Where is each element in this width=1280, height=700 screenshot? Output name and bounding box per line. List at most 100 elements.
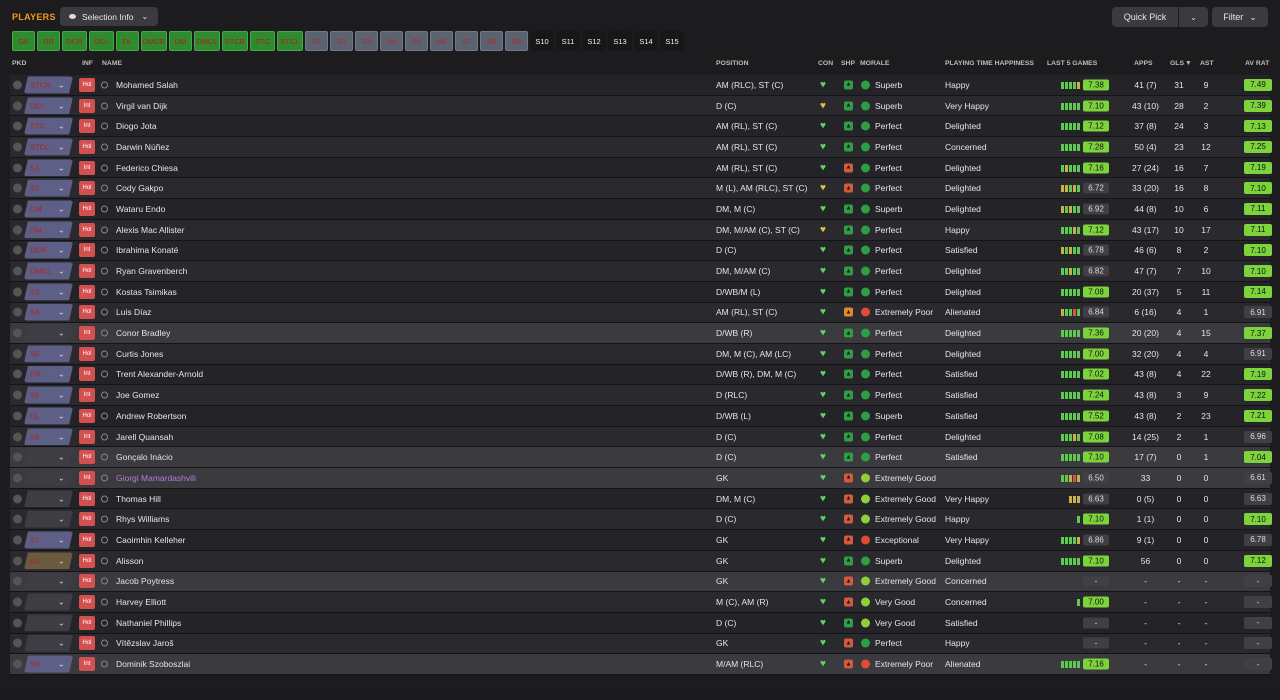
player-name[interactable]: Trent Alexander-Arnold <box>116 369 203 379</box>
chevron-down-icon[interactable]: ⌄ <box>58 618 65 627</box>
col-position[interactable]: POSITION <box>716 60 748 67</box>
position-tab[interactable]: STC <box>250 31 275 51</box>
chevron-down-icon[interactable]: ⌄ <box>58 494 65 503</box>
player-name[interactable]: Kostas Tsimikas <box>116 287 177 297</box>
position-tab[interactable]: S10 <box>530 31 554 51</box>
picked-position-select[interactable]: DL <box>24 407 73 425</box>
table-row[interactable]: S8 ⌄ Int Jarell Quansah D (C) ♥ ▲ Perfect Deligh… <box>10 426 1272 448</box>
player-name[interactable]: Alexis Mac Allister <box>116 225 185 235</box>
select-checkbox[interactable] <box>13 101 22 111</box>
picked-position-select[interactable]: - <box>24 614 73 632</box>
chevron-down-icon[interactable]: ⌄ <box>58 432 65 441</box>
select-checkbox[interactable] <box>13 659 22 669</box>
position-tab[interactable]: S11 <box>556 31 580 51</box>
picked-position-select[interactable]: - <box>24 448 73 466</box>
picked-position-select[interactable]: S5 <box>24 345 73 363</box>
position-tab[interactable]: S4 <box>380 31 403 51</box>
player-name[interactable]: Jacob Poytress <box>116 576 174 586</box>
player-name[interactable]: Cody Gakpo <box>116 183 163 193</box>
select-checkbox[interactable] <box>13 638 22 648</box>
position-tab[interactable]: STCL <box>277 31 303 51</box>
col-last5[interactable]: LAST 5 GAMES <box>1047 60 1097 67</box>
position-tab[interactable]: S5 <box>405 31 428 51</box>
chevron-down-icon[interactable]: ⌄ <box>58 391 65 400</box>
table-row[interactable]: STCR ⌄ Hol Mohamed Salah AM (RLC), ST (C) ♥ ▲ S… <box>10 75 1272 96</box>
picked-position-select[interactable]: GK <box>24 552 73 570</box>
table-row[interactable]: GK ⌄ Hol Alisson GK ♥ ▲ Superb Delighted 7.10 56 0 0… <box>10 550 1272 572</box>
table-row[interactable]: DR ⌄ Int Trent Alexander-Arnold D/WB (R), DM… <box>10 364 1272 386</box>
picked-position-select[interactable]: DM... <box>24 221 73 239</box>
select-checkbox[interactable] <box>13 204 22 214</box>
picked-position-select[interactable]: - <box>24 593 73 611</box>
chevron-down-icon[interactable]: ⌄ <box>58 329 65 338</box>
table-row[interactable]: - ⌄ Hol Vítězslav Jaroš GK ♥ ▲ Perfect Happy - - - -… <box>10 633 1272 655</box>
table-row[interactable]: - ⌄ Int Giorgi Mamardashvili GK ♥ ▲ Extremely G… <box>10 468 1272 489</box>
chevron-down-icon[interactable]: ⌄ <box>58 308 65 317</box>
chevron-down-icon[interactable]: ⌄ <box>58 225 65 234</box>
position-tab[interactable]: STCR <box>222 31 248 51</box>
position-tab[interactable]: DMCR <box>141 31 167 51</box>
quick-pick-dropdown[interactable]: ⌄ <box>1179 7 1208 27</box>
select-checkbox[interactable] <box>13 452 22 462</box>
player-name[interactable]: Curtis Jones <box>116 349 163 359</box>
picked-position-select[interactable]: - <box>24 572 73 590</box>
col-morale[interactable]: MORALE <box>860 60 889 67</box>
position-tab[interactable]: S15 <box>660 31 684 51</box>
chevron-down-icon[interactable]: ⌄ <box>58 80 65 89</box>
player-name[interactable]: Nathaniel Phillips <box>116 618 181 628</box>
picked-position-select[interactable]: S9 <box>24 655 73 673</box>
select-checkbox[interactable] <box>13 390 22 400</box>
player-name[interactable]: Vítězslav Jaroš <box>116 638 174 648</box>
select-checkbox[interactable] <box>13 411 22 421</box>
table-row[interactable]: STC ⌄ Int Diogo Jota AM (RL), ST (C) ♥ ▲ Perfec… <box>10 116 1272 138</box>
col-avrat[interactable]: AV RAT <box>1245 60 1269 67</box>
chevron-down-icon[interactable]: ⌄ <box>58 101 65 110</box>
table-row[interactable]: - ⌄ Hol Gonçalo Inácio D (C) ♥ ▲ Perfect Satisfi… <box>10 447 1272 469</box>
picked-position-select[interactable]: STCR <box>24 76 73 94</box>
selection-info-button[interactable]: Selection Info ⌄ <box>60 7 158 26</box>
col-shp[interactable]: SHP <box>841 60 855 67</box>
select-checkbox[interactable] <box>13 225 22 235</box>
picked-position-select[interactable]: S7 <box>24 531 73 549</box>
chevron-down-icon[interactable]: ⌄ <box>58 577 65 586</box>
position-tab[interactable]: DCR <box>62 31 87 51</box>
player-name[interactable]: Wataru Endo <box>116 204 165 214</box>
picked-position-select[interactable]: - <box>24 324 73 342</box>
table-row[interactable]: - ⌄ Int Conor Bradley D/WB (R) ♥ ▲ Perfect Delig… <box>10 323 1272 344</box>
chevron-down-icon[interactable]: ⌄ <box>58 246 65 255</box>
table-row[interactable]: - ⌄ Hol Harvey Elliott M (C), AM (R) ♥ ▲ Very G… <box>10 592 1272 613</box>
picked-position-select[interactable]: S4 <box>24 303 73 321</box>
chevron-down-icon[interactable]: ⌄ <box>58 163 65 172</box>
chevron-down-icon[interactable]: ⌄ <box>58 473 65 482</box>
select-checkbox[interactable] <box>13 618 22 628</box>
player-name[interactable]: Rhys Williams <box>116 514 169 524</box>
player-name[interactable]: Jarell Quansah <box>116 432 173 442</box>
player-name[interactable]: Andrew Robertson <box>116 411 186 421</box>
player-name[interactable]: Mohamed Salah <box>116 80 178 90</box>
position-tab[interactable]: S14 <box>634 31 658 51</box>
chevron-down-icon[interactable]: ⌄ <box>58 184 65 193</box>
picked-position-select[interactable]: - <box>24 490 73 508</box>
table-row[interactable]: S9 ⌄ Int Dominik Szoboszlai M/AM (RLC) ♥ ▲ Extr… <box>10 654 1272 675</box>
position-tab[interactable]: S7 <box>455 31 478 51</box>
table-row[interactable]: DM... ⌄ Hol Alexis Mac Allister DM, M/AM (C)… <box>10 219 1272 241</box>
select-checkbox[interactable] <box>13 494 22 504</box>
col-con[interactable]: CON <box>818 60 833 67</box>
chevron-down-icon[interactable]: ⌄ <box>58 598 65 607</box>
player-name[interactable]: Darwin Núñez <box>116 142 169 152</box>
select-checkbox[interactable] <box>13 349 22 359</box>
select-checkbox[interactable] <box>13 473 22 483</box>
player-name[interactable]: Harvey Elliott <box>116 597 166 607</box>
player-name[interactable]: Conor Bradley <box>116 328 170 338</box>
col-ast[interactable]: AST <box>1200 60 1214 67</box>
select-checkbox[interactable] <box>13 245 22 255</box>
player-name[interactable]: Ryan Gravenberch <box>116 266 187 276</box>
position-tab[interactable]: DL <box>116 31 139 51</box>
position-tab[interactable]: S9 <box>505 31 528 51</box>
player-name[interactable]: Virgil van Dijk <box>116 101 167 111</box>
table-row[interactable]: S7 ⌄ Hol Caoimhin Kelleher GK ♥ ▲ Exceptional Ve… <box>10 530 1272 551</box>
position-tab[interactable]: DMCL <box>194 31 220 51</box>
player-name[interactable]: Luis Díaz <box>116 307 151 317</box>
table-row[interactable]: S5 ⌄ Hol Curtis Jones DM, M (C), AM (LC) ♥ ▲ Pe… <box>10 343 1272 365</box>
select-checkbox[interactable] <box>13 142 22 152</box>
